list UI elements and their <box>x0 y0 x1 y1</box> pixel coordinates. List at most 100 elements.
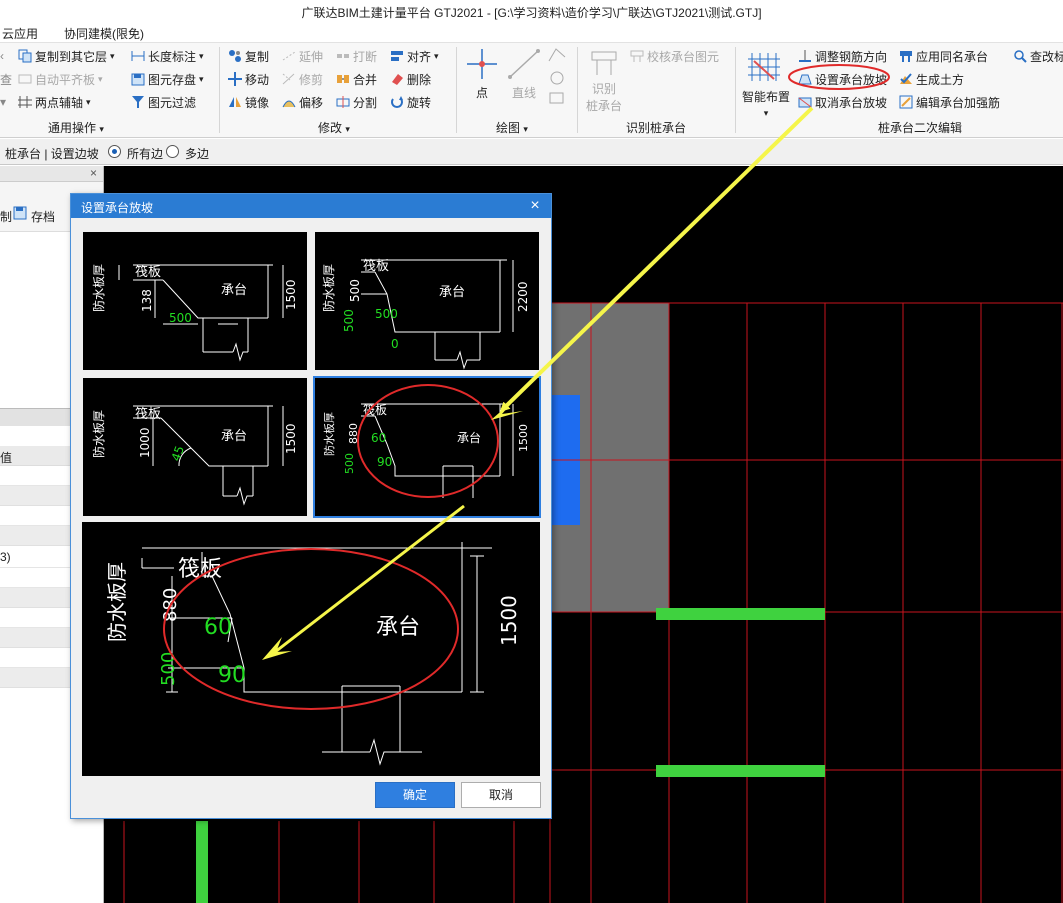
smart-layout-icon <box>748 53 780 81</box>
ribbon: ‹ 复制到其它层 ▾ 长度标注 ▾ 自动平齐板 ▾ 图元存盘 ▾ 查 ▾ 两点辅轴 ▾ 图… <box>0 42 1063 138</box>
cancel-button[interactable]: 取消 <box>461 782 541 808</box>
extend-button[interactable]: 延伸 <box>282 46 323 66</box>
panel-close-icon[interactable]: × <box>90 166 97 180</box>
break-icon <box>336 49 350 63</box>
window-title: 广联达BIM土建计量平台 GTJ2021 - [G:\学习资料\造价学习\广联达… <box>301 6 762 20</box>
element-filter-button[interactable]: 图元过滤 <box>131 92 196 112</box>
move-icon <box>228 72 242 86</box>
aux-axis-icon <box>18 95 32 109</box>
truncated-tool-2[interactable]: 查 <box>0 69 12 89</box>
copy-button[interactable]: 复制 <box>228 46 269 66</box>
slope-option-1-diagram: 防水板厚 筏板 承台 1500 138 500 <box>91 264 298 362</box>
truncated-tool-3[interactable]: ▾ <box>0 92 6 112</box>
group-label-general: 通用操作 ▾ <box>48 121 104 135</box>
slope-option-2[interactable]: 防水板厚 筏板 承台 2200 500 500 500 0 <box>313 230 541 372</box>
shape-tools-icon <box>548 48 566 104</box>
copy-floor-icon <box>18 49 32 63</box>
apply-same-icon <box>899 49 913 63</box>
waterproof-thickness-label: 防水板厚 <box>321 264 336 312</box>
edit-cap-reinforcement-button[interactable]: 编辑承台加强筋 <box>899 92 1000 112</box>
cap-label: 承台 <box>221 429 247 444</box>
extend-icon <box>282 49 296 63</box>
slope-option-3[interactable]: 防水板厚 筏板 承台 1500 1000 45 <box>81 376 309 518</box>
generate-earthwork-button[interactable]: 生成土方 <box>899 69 964 89</box>
multi-edges-radio[interactable] <box>166 145 179 158</box>
recognize-pile-cap-button[interactable]: 识别 桩承台 <box>584 47 624 114</box>
check-cap-elements-button[interactable]: 校核承台图元 <box>630 46 719 66</box>
column-strip-green <box>196 821 208 903</box>
draw-point-button[interactable]: 点 <box>466 47 498 101</box>
line-icon <box>508 49 540 79</box>
draw-line-button[interactable]: 直线 <box>506 47 542 101</box>
dim-vertical: 500 <box>348 279 362 302</box>
break-button[interactable]: 打断 <box>336 46 377 66</box>
copy-to-floor-button[interactable]: 复制到其它层 ▾ <box>18 46 115 66</box>
check-change-button[interactable]: 查改标 <box>1013 46 1063 66</box>
set-slope-icon <box>798 72 812 86</box>
dim-vertical-green: 500 <box>342 309 356 332</box>
menu-bar: 云应用 协同建模(限免) <box>0 22 1063 42</box>
dim-horizontal: 500 <box>375 307 398 321</box>
slope-angle-bottom: 90 <box>218 663 246 688</box>
dim-vertical: 880 <box>160 588 181 622</box>
offset-button[interactable]: 偏移 <box>282 92 323 112</box>
smart-layout-button[interactable]: 智能布置▾ <box>740 47 792 119</box>
height-dim: 2200 <box>516 281 530 312</box>
option-bar: 桩承台 | 设置边坡 所有边 多边 <box>0 139 1063 165</box>
ok-button[interactable]: 确定 <box>375 782 455 808</box>
cap-label: 承台 <box>457 430 481 445</box>
slope-option-1[interactable]: 防水板厚 筏板 承台 1500 138 500 <box>81 230 309 372</box>
align-button[interactable]: 对齐 ▾ <box>390 46 439 66</box>
mirror-icon <box>228 95 242 109</box>
pile-cap-icon <box>591 51 617 75</box>
slope-angle: 45 <box>169 444 187 463</box>
option-bar-label: 桩承台 | 设置边坡 <box>5 147 99 161</box>
raft-label: 筏板 <box>178 557 222 582</box>
dim-vertical-green: 500 <box>343 453 356 474</box>
raft-label: 筏板 <box>363 258 389 274</box>
slope-option-4-diagram: 防水板厚 筏板 承台 1500 880 500 60 90 <box>322 403 530 498</box>
slope-option-4[interactable]: 防水板厚 筏板 承台 1500 880 500 60 90 <box>313 376 541 518</box>
draw-shape-tools[interactable] <box>546 45 568 110</box>
adjust-rebar-direction-button[interactable]: 调整钢筋方向 <box>798 46 887 66</box>
rotate-button[interactable]: 旋转 <box>390 92 431 112</box>
waterproof-thickness-label: 防水板厚 <box>91 410 106 458</box>
delete-button[interactable]: 删除 <box>390 69 431 89</box>
panel-tool-a[interactable]: 制 <box>0 208 12 225</box>
dialog-close-icon[interactable]: × <box>525 196 545 216</box>
set-cap-slope-button[interactable]: 设置承台放坡 <box>798 69 887 89</box>
slope-option-3-diagram: 防水板厚 筏板 承台 1500 1000 45 <box>91 405 298 506</box>
auto-align-slab-button[interactable]: 自动平齐板 ▾ <box>18 69 103 89</box>
offset-icon <box>282 95 296 109</box>
move-button[interactable]: 移动 <box>228 69 269 89</box>
check-change-icon <box>1013 49 1027 63</box>
cap-label: 承台 <box>376 615 420 640</box>
split-button[interactable]: 分割 <box>336 92 377 112</box>
props-row-value: 3) <box>0 550 11 564</box>
length-mark-button[interactable]: 长度标注 ▾ <box>131 46 204 66</box>
slope-angle-top: 60 <box>371 431 386 445</box>
earthwork-icon <box>899 72 913 86</box>
cancel-cap-slope-button[interactable]: 取消承台放坡 <box>798 92 887 112</box>
menu-cloud-app[interactable]: 云应用 <box>2 25 38 42</box>
edit-rebar-icon <box>899 95 913 109</box>
trim-button[interactable]: 修剪 <box>282 69 323 89</box>
all-edges-label: 所有边 <box>127 147 164 161</box>
check-cap-icon <box>630 49 644 63</box>
cap-label: 承台 <box>221 283 247 298</box>
split-icon <box>336 95 350 109</box>
copy-icon <box>228 49 242 63</box>
menu-collab-modeling[interactable]: 协同建模(限免) <box>64 25 144 42</box>
truncated-tool-1[interactable]: ‹ <box>0 46 4 66</box>
cap-label: 承台 <box>439 285 465 300</box>
apply-same-name-cap-button[interactable]: 应用同名承台 <box>899 46 988 66</box>
save-button[interactable]: 存档 <box>31 208 55 225</box>
all-edges-radio[interactable] <box>108 145 121 158</box>
two-point-aux-button[interactable]: 两点辅轴 ▾ <box>18 92 91 112</box>
height-dim: 1500 <box>497 595 521 646</box>
merge-button[interactable]: 合并 <box>336 69 377 89</box>
mirror-button[interactable]: 镜像 <box>228 92 269 112</box>
dim-vertical-green: 500 <box>158 652 179 686</box>
eraser-icon <box>390 72 404 86</box>
element-save-button[interactable]: 图元存盘 ▾ <box>131 69 204 89</box>
